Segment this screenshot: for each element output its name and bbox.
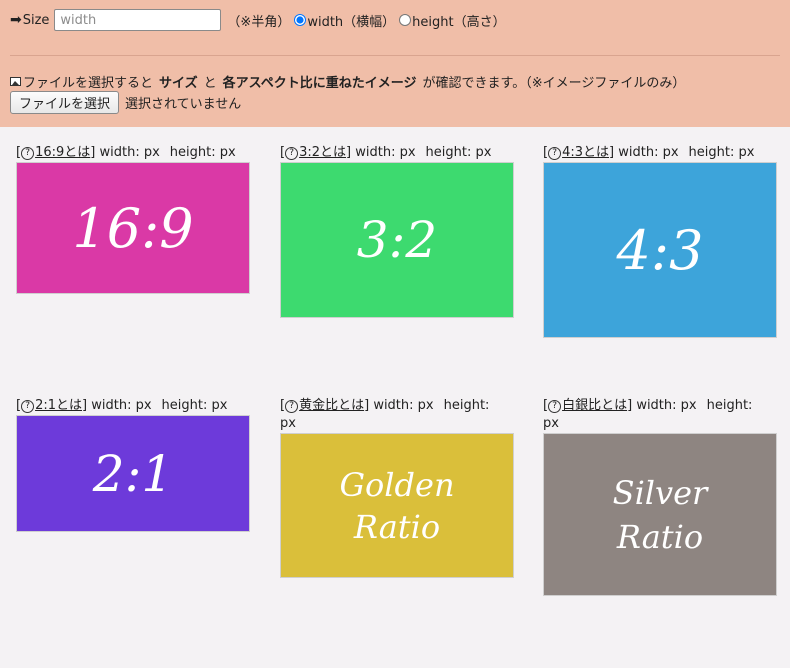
ratio-box: 4:3 [543,162,777,338]
desc-bold-2: 各アスペクト比に重ねたイメージ [222,76,417,91]
help-icon: ? [21,147,35,160]
width-label: width: px [99,145,160,160]
ratio-box-text: 2:1 [92,444,174,503]
card-caption: [? 16:9とは] width: px height: px [16,145,236,160]
ratio-link[interactable]: 4:3とは [562,145,609,160]
size-label: Size [22,12,50,28]
image-icon [10,77,21,86]
radio-width-label: width（横幅） [307,14,396,30]
divider [10,55,780,56]
ratio-box: Silver Ratio [543,433,777,596]
card-caption: [? 白銀比とは] width: px height: px [543,398,753,431]
width-label: width: px [355,145,416,160]
help-icon: ? [548,147,562,160]
help-icon: ? [548,400,562,413]
card-silver: [? 白銀比とは] width: px height: px Silver Rati… [543,397,779,596]
width-label: width: px [618,145,679,160]
card-3-2: [? 3:2とは] width: px height: px 3:2 [280,144,516,318]
height-label: height: px [425,145,492,160]
description-row: ファイルを選択すると サイズ と 各アスペクト比に重ねたイメージ が確認できます… [10,72,685,91]
help-icon: ? [21,400,35,413]
height-label: height: px [161,398,228,413]
size-input[interactable] [54,9,222,31]
desc-bold-1: サイズ [159,76,198,91]
ratio-box-text: Golden Ratio [339,465,455,546]
ratio-link[interactable]: 2:1とは [35,398,82,413]
width-label: width: px [373,398,434,413]
help-icon: ? [285,400,299,413]
ratio-box: Golden Ratio [280,433,514,578]
width-label: width: px [636,398,697,413]
ratio-box-text: 16:9 [72,196,194,260]
ratio-box: 2:1 [16,415,250,532]
ratio-link[interactable]: 16:9とは [35,145,90,160]
size-row: ➡ Size （※半角） width（横幅） height（高さ） [10,8,506,32]
card-caption: [? 黄金比とは] width: px height: px [280,398,490,431]
desc-text-2: と [203,76,217,91]
card-caption: [? 2:1とは] width: px height: px [16,398,228,413]
card-caption: [? 4:3とは] width: px height: px [543,145,755,160]
radio-height-label: height（高さ） [412,14,506,30]
card-golden: [? 黄金比とは] width: px height: px Golden Rati… [280,397,516,578]
card-2-1: [? 2:1とは] width: px height: px 2:1 [16,397,252,532]
radio-height-input[interactable] [399,14,412,26]
file-row: ファイルを選択 選択されていません [10,91,241,114]
choose-file-button[interactable]: ファイルを選択 [10,91,120,114]
card-16-9: [? 16:9とは] width: px height: px 16:9 [16,144,252,294]
desc-text-3: が確認できます。（※イメージファイルのみ） [422,76,686,91]
height-label: height: px [688,145,755,160]
ratio-box-text: 3:2 [356,211,438,269]
width-label: width: px [91,398,152,413]
ratio-link[interactable]: 白銀比とは [562,398,627,413]
arrow-right-icon: ➡ [10,12,22,28]
ratio-box-text: Silver Ratio [612,473,708,556]
file-status: 選択されていません [125,97,242,112]
radio-width[interactable]: width（横幅） [294,11,395,30]
ratio-link[interactable]: 黄金比とは [299,398,364,413]
size-note: （※半角） [227,14,291,30]
radio-width-input[interactable] [294,14,307,26]
header-panel: ➡ Size （※半角） width（横幅） height（高さ） ファイルを選… [0,0,790,127]
radio-height[interactable]: height（高さ） [399,11,506,30]
ratio-box-text: 4:3 [616,218,704,282]
ratio-box: 16:9 [16,162,250,294]
desc-text-1: ファイルを選択すると [23,76,154,91]
card-caption: [? 3:2とは] width: px height: px [280,145,492,160]
height-label: height: px [169,145,236,160]
card-4-3: [? 4:3とは] width: px height: px 4:3 [543,144,779,338]
ratio-link[interactable]: 3:2とは [299,145,346,160]
help-icon: ? [285,147,299,160]
ratio-box: 3:2 [280,162,514,318]
